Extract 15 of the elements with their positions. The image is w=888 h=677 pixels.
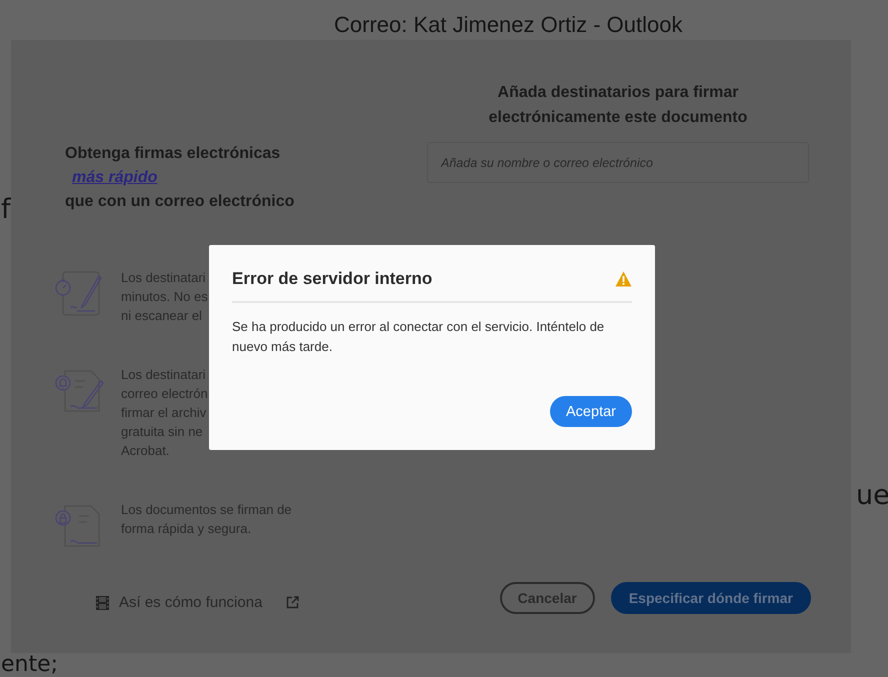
heading-text: que con un correo electrónico [65, 192, 294, 212]
external-link-icon[interactable] [286, 596, 300, 609]
heading-text: Obtenga firmas electrónicas [65, 144, 280, 164]
page-text-fragment: f [1, 196, 11, 223]
page-title: Correo: Kat Jimenez Ortiz - Outlook [334, 12, 682, 38]
film-icon [96, 596, 109, 610]
heading-link[interactable]: más rápido [72, 166, 158, 190]
page-text-fragment: ente; [1, 654, 58, 676]
page-text-fragment: ue [856, 482, 888, 509]
accept-button[interactable]: Aceptar [550, 396, 632, 427]
error-message: Se ha producido un error al conectar con el servicio. Inténtelo de nuevo más tarde. [232, 318, 606, 356]
panel-heading: Añada destinatarios para firmar electrónicamente este documento [488, 83, 748, 128]
specify-button[interactable]: Especificar dónde firmar [610, 582, 811, 614]
dialog-title: Error de servidor interno [232, 269, 432, 289]
warning-icon [615, 271, 632, 287]
